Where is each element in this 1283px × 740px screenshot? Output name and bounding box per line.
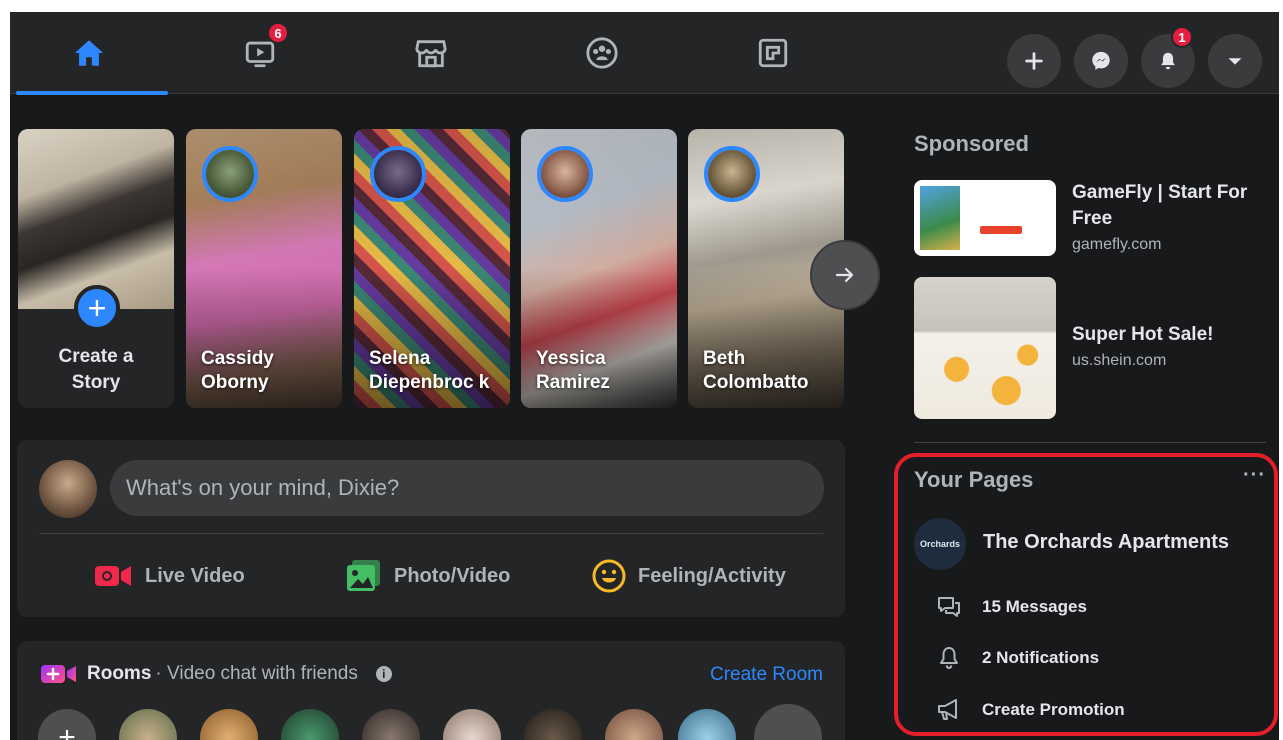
groups-icon (586, 37, 618, 69)
story-author-name: Beth Colombatto (703, 347, 809, 394)
page-messages-link[interactable]: 15 Messages (936, 594, 1087, 620)
rooms-next-button[interactable] (754, 704, 822, 740)
create-room-avatar[interactable]: + (38, 709, 96, 740)
photo-video-icon (347, 560, 380, 591)
page-name[interactable]: The Orchards Apartments (983, 531, 1229, 554)
tab-watch[interactable]: 6 (181, 12, 339, 94)
live-video-label: Live Video (145, 564, 245, 587)
story-card-selena[interactable]: Selena Diepenbroc k (354, 129, 510, 408)
gamefly-ad-image[interactable] (914, 180, 1056, 256)
friend-avatar[interactable] (605, 709, 663, 740)
messages-icon (938, 597, 960, 617)
ad-red-stripe (980, 226, 1022, 234)
create-button[interactable] (1007, 34, 1061, 88)
story-author-name: Cassidy Oborny (201, 347, 274, 394)
your-pages-heading: Your Pages (914, 467, 1034, 492)
frame-left (0, 0, 10, 740)
notifications-button[interactable]: 1 (1141, 26, 1195, 88)
post-composer: What's on your mind, Dixie? Live Video P… (17, 440, 845, 617)
photo-video-button[interactable]: Photo/Video (346, 548, 510, 604)
messenger-icon (1092, 51, 1110, 70)
story-card-cassidy[interactable]: Cassidy Oborny (186, 129, 342, 408)
arrow-right-icon (835, 267, 854, 283)
tab-gaming[interactable] (694, 12, 852, 94)
tab-marketplace[interactable] (352, 12, 510, 94)
home-icon (74, 40, 104, 66)
friend-avatar[interactable] (119, 709, 177, 740)
messenger-button[interactable] (1074, 34, 1128, 88)
notifications-badge: 1 (1171, 26, 1193, 48)
gamefly-ad-domain: gamefly.com (1072, 236, 1162, 253)
create-promotion-label: Create Promotion (982, 700, 1125, 719)
whats-on-your-mind-input[interactable]: What's on your mind, Dixie? (110, 460, 824, 516)
top-navigation: 6 1 (10, 12, 1279, 95)
rooms-panel: Rooms · Video chat with friends i Create… (17, 641, 845, 740)
gaming-icon (758, 38, 788, 68)
caret-down-icon (1228, 58, 1242, 65)
friend-avatar[interactable] (678, 709, 736, 740)
tab-groups[interactable] (523, 12, 681, 94)
avatar (202, 146, 258, 202)
friend-avatar[interactable] (443, 709, 501, 740)
feeling-activity-button[interactable]: Feeling/Activity (592, 548, 786, 604)
marketplace-icon (415, 40, 447, 68)
rooms-subtitle: · Video chat with friends (155, 663, 358, 684)
shein-ad-domain: us.shein.com (1072, 352, 1167, 369)
avatar (39, 460, 97, 518)
sponsored-heading: Sponsored (914, 131, 1029, 156)
create-story-card[interactable]: + Create a Story (18, 129, 174, 408)
avatar (370, 146, 426, 202)
rooms-title: Rooms (87, 663, 152, 684)
photo-video-label: Photo/Video (394, 564, 511, 587)
account-menu-button[interactable] (1208, 34, 1262, 88)
friend-avatar[interactable] (524, 709, 582, 740)
more-options-icon[interactable]: ··· (1243, 464, 1266, 487)
tab-home[interactable] (10, 12, 168, 95)
frame-right (1279, 0, 1283, 740)
page-avatar[interactable]: Orchards (914, 518, 966, 570)
megaphone-icon (938, 699, 957, 720)
add-story-icon: + (74, 285, 120, 331)
live-video-button[interactable]: Live Video (95, 548, 245, 604)
avatar (537, 146, 593, 202)
rooms-video-icon (41, 665, 76, 683)
create-story-photo (18, 129, 174, 309)
create-room-link[interactable]: Create Room (710, 664, 823, 686)
shein-ad-title[interactable]: Super Hot Sale! (1072, 322, 1272, 348)
feeling-smiley-icon (592, 559, 626, 593)
divider (39, 533, 823, 534)
notifications-label: 2 Notifications (982, 648, 1100, 667)
page-notifications-link[interactable]: 2 Notifications (936, 645, 1099, 671)
gamefly-ad-title[interactable]: GameFly | Start For Free (1072, 180, 1272, 231)
watch-badge: 6 (267, 22, 289, 44)
stories-next-button[interactable] (810, 240, 880, 310)
create-icon (1025, 52, 1043, 70)
shein-ad-image[interactable] (914, 277, 1056, 419)
frame-top (0, 0, 1283, 12)
friend-avatar[interactable] (362, 709, 420, 740)
create-promotion-link[interactable]: Create Promotion (936, 697, 1125, 723)
friend-avatar[interactable] (200, 709, 258, 740)
messages-label: 15 Messages (982, 597, 1087, 616)
bell-outline-icon (940, 647, 958, 670)
create-story-label: Create a Story (58, 346, 134, 393)
divider (914, 442, 1266, 443)
friend-avatar[interactable] (281, 709, 339, 740)
info-icon[interactable]: i (375, 666, 392, 682)
rooms-header: Rooms · Video chat with friends i (41, 663, 392, 685)
story-author-name: Yessica Ramirez (536, 347, 610, 394)
bell-icon (1161, 52, 1175, 70)
story-card-yessica[interactable]: Yessica Ramirez (521, 129, 677, 408)
live-video-icon (95, 566, 131, 586)
avatar (704, 146, 760, 202)
feeling-activity-label: Feeling/Activity (638, 564, 786, 587)
story-author-name: Selena Diepenbroc k (369, 347, 490, 394)
ad-game-art (920, 186, 960, 250)
